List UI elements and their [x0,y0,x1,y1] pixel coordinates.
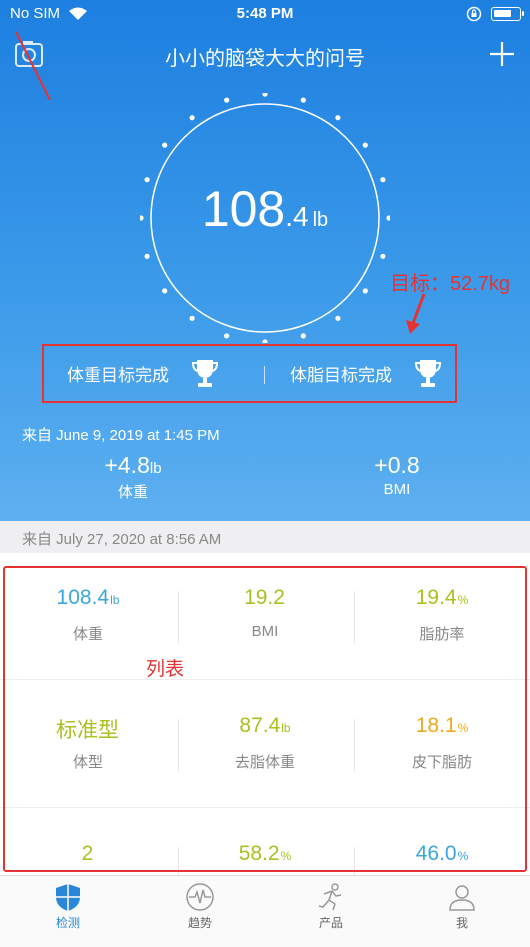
bmi-delta-value: +0.8 [374,452,420,478]
list-annotation: 列表 [146,659,185,680]
ring-dot [189,115,195,121]
weight-delta-label: 体重 [117,484,148,501]
battery-icon [491,7,524,21]
trophy-icon [191,360,219,387]
previous-measurement-date: 来自 June 9, 2019 at 1:45 PM [22,427,220,444]
tab-label: 检测 [55,916,80,930]
rotation-lock-icon [466,6,482,22]
ring-dot [362,288,368,294]
ring-dot [189,315,195,321]
ring-dot [362,142,368,148]
ring-dot [262,93,268,97]
weight-unit: lb [312,209,329,231]
status-time: 5:48 PM [236,5,294,22]
tab-product[interactable]: 产品 [281,882,381,931]
ring-dot [144,253,150,259]
ring-dot [224,97,230,103]
achievement-label: 体脂目标完成 [290,365,392,385]
annotation-arrow [406,293,426,334]
achievements-box: 体重目标完成 体脂目标完成 [42,344,457,403]
runner-icon [318,883,342,911]
achievement-divider [264,366,265,384]
tab-label: 我 [455,916,468,930]
bmi-delta-label: BMI [383,481,411,498]
hero-panel: No SIM 5:48 PM 小小的脑袋大大的问号 108.4 lb 目标：52.… [0,0,530,521]
annotation-strike [15,31,51,101]
weight-delta: +4.8lb 体重 [58,452,208,502]
weight-goal-achievement[interactable]: 体重目标完成 [67,346,219,400]
weight-delta-value: +4.8 [104,452,150,478]
achievement-label: 体重目标完成 [67,365,169,385]
ring-dot [162,142,168,148]
status-bar: No SIM 5:48 PM [0,4,530,24]
ring-dot [380,253,386,259]
tab-trend[interactable]: 趋势 [150,882,250,931]
tab-label: 产品 [318,916,343,930]
ring-dot [335,315,341,321]
fat-goal-achievement[interactable]: 体脂目标完成 [290,346,442,400]
ring-dot [300,333,306,339]
tab-detect[interactable]: 检测 [18,882,118,931]
bmi-delta: +0.8 BMI [322,452,472,498]
measurement-date: 来自 July 27, 2020 at 8:56 AM [0,521,530,553]
weight-display: 108.4 lb [0,180,530,238]
pulse-icon [186,883,214,911]
ring-dot [162,288,168,294]
ring-dot [224,333,230,339]
person-icon [449,885,475,911]
ring-dot [300,97,306,103]
weight-decimal: .4 [285,201,309,232]
list-annotation-frame [3,566,527,872]
ring-dot [335,115,341,121]
tab-label: 趋势 [187,916,212,930]
page-title: 小小的脑袋大大的问号 [165,48,365,70]
tab-me[interactable]: 我 [412,882,512,931]
ring-dot [262,339,268,343]
tab-bar: 检测 趋势 产品 我 [0,875,530,947]
add-icon[interactable] [488,40,516,68]
weight-integer: 108 [201,181,286,237]
trophy-icon [414,360,442,387]
shield-icon [56,884,80,911]
weight-delta-unit: lb [149,460,162,477]
